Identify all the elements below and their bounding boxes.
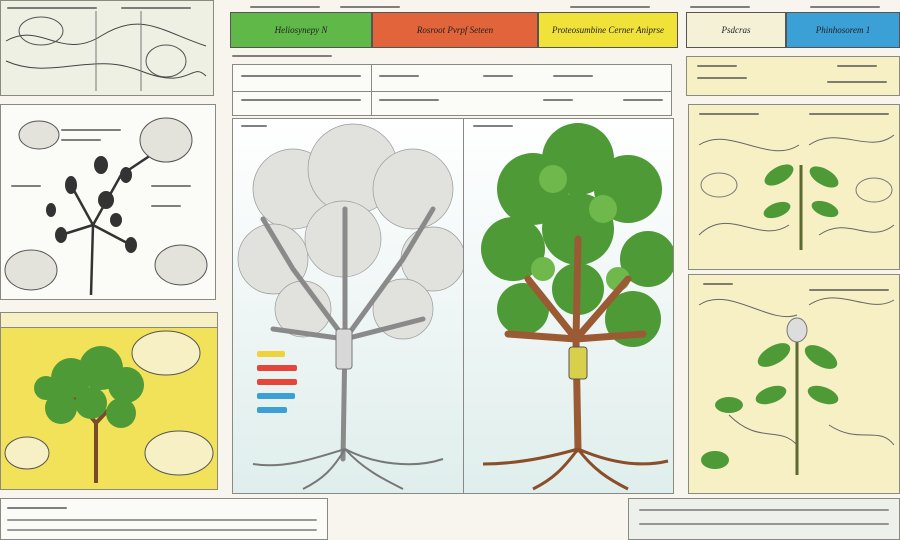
sketch-lines (5, 11, 207, 91)
tab-bar: Heliosynepy N Rosroot Pvrpf Seteen Prote… (230, 12, 678, 48)
top-table-caption (232, 52, 432, 60)
small-tree-drawing (4, 330, 214, 483)
panel-right-plant-diagram (688, 104, 900, 270)
tab-rosroot[interactable]: Rosroot Pvrpf Seteen (372, 12, 538, 48)
panel-small-tree-yellow (0, 312, 218, 490)
branch-diagram-drawing (4, 117, 208, 296)
panel-right-plant-diagram-2 (688, 274, 900, 494)
tab-heliosynepy[interactable]: Heliosynepy N (230, 12, 372, 48)
tab-rosroot-label: Rosroot Pvrpf Seteen (416, 25, 494, 35)
tab-heliosynepy-label: Heliosynepy N (274, 25, 328, 35)
right-plant-drawing (698, 134, 895, 250)
panel-top-left-sketch (0, 0, 214, 96)
right-tab-bar: Psdcras Phinhosorem 1 (686, 12, 900, 48)
panel-top-table (232, 64, 672, 116)
panel-branch-diagram (0, 104, 216, 300)
panel-two-trees (232, 118, 674, 494)
tab-psdcras[interactable]: Psdcras (686, 12, 786, 48)
tab-phinhosorem[interactable]: Phinhosorem 1 (786, 12, 900, 48)
right-plant-2-drawing (698, 297, 895, 475)
panel-bottom-text-rows (0, 498, 328, 540)
tab-proteosumbine[interactable]: Proteosumbine Cerner Aniprse (538, 12, 678, 48)
tab-psdcras-label: Psdcras (721, 25, 751, 35)
top-header-strip (230, 2, 678, 12)
panel-right-yellow-strip (686, 56, 900, 96)
tab-phinhosorem-label: Phinhosorem 1 (815, 25, 871, 35)
panel-bottom-right-strip (628, 498, 900, 540)
green-tree (481, 123, 673, 491)
tab-proteosumbine-label: Proteosumbine Cerner Aniprse (552, 25, 664, 35)
right-top-header (690, 2, 890, 12)
